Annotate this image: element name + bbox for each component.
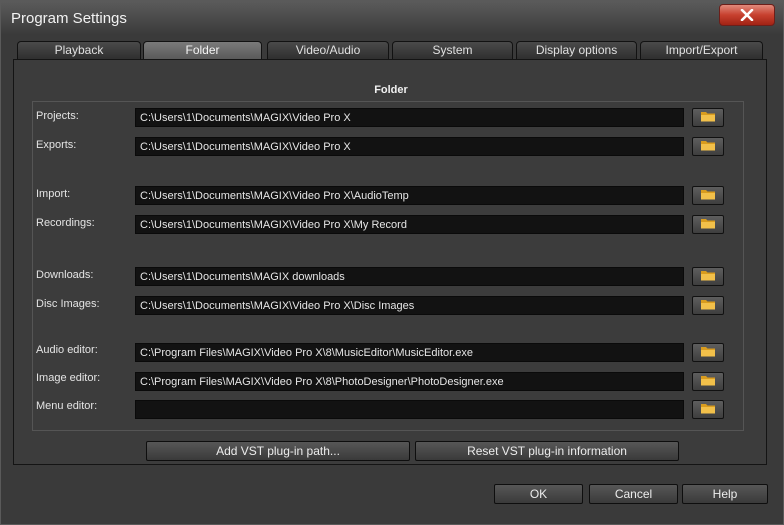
exports-label: Exports:	[36, 139, 77, 151]
reset-vst-info-button[interactable]: Reset VST plug-in information	[415, 441, 679, 461]
image-editor-browse-button[interactable]	[692, 372, 724, 391]
downloads-path-field[interactable]: C:\Users\1\Documents\MAGIX downloads	[135, 267, 684, 286]
help-button[interactable]: Help	[682, 484, 768, 504]
audio-editor-path-field[interactable]: C:\Program Files\MAGIX\Video Pro X\8\Mus…	[135, 343, 684, 362]
dialog-client: Playback Folder Video/Audio System Displ…	[9, 35, 775, 515]
tab-import-export[interactable]: Import/Export	[640, 41, 763, 59]
window-title: Program Settings	[11, 10, 127, 27]
tab-playback[interactable]: Playback	[17, 41, 141, 59]
folder-icon	[700, 298, 716, 313]
folder-icon	[700, 139, 716, 154]
ok-button[interactable]: OK	[494, 484, 583, 504]
recordings-label: Recordings:	[36, 217, 95, 229]
import-browse-button[interactable]	[692, 186, 724, 205]
folder-icon	[700, 188, 716, 203]
recordings-path-field[interactable]: C:\Users\1\Documents\MAGIX\Video Pro X\M…	[135, 215, 684, 234]
tab-folder[interactable]: Folder	[143, 41, 262, 59]
title-bar[interactable]: Program Settings	[1, 1, 783, 35]
audio-editor-label: Audio editor:	[36, 344, 98, 356]
close-icon	[740, 9, 754, 21]
projects-label: Projects:	[36, 110, 79, 122]
downloads-browse-button[interactable]	[692, 267, 724, 286]
program-settings-dialog: Program Settings Playback Folder Video/A…	[0, 0, 784, 525]
import-label: Import:	[36, 188, 71, 200]
section-title: Folder	[374, 84, 408, 96]
disc-images-browse-button[interactable]	[692, 296, 724, 315]
folder-icon	[700, 374, 716, 389]
tab-video-audio[interactable]: Video/Audio	[267, 41, 389, 59]
close-button[interactable]	[719, 4, 775, 26]
downloads-label: Downloads:	[36, 269, 94, 281]
folder-icon	[700, 269, 716, 284]
import-path-field[interactable]: C:\Users\1\Documents\MAGIX\Video Pro X\A…	[135, 186, 684, 205]
folder-icon	[700, 217, 716, 232]
folder-icon	[700, 345, 716, 360]
exports-path-field[interactable]: C:\Users\1\Documents\MAGIX\Video Pro X	[135, 137, 684, 156]
image-editor-path-field[interactable]: C:\Program Files\MAGIX\Video Pro X\8\Pho…	[135, 372, 684, 391]
tab-bar: Playback Folder Video/Audio System Displ…	[17, 41, 767, 59]
disc-images-label: Disc Images:	[36, 298, 100, 310]
tab-system[interactable]: System	[392, 41, 513, 59]
folder-icon	[700, 110, 716, 125]
folder-icon	[700, 402, 716, 417]
menu-editor-label: Menu editor:	[36, 400, 98, 412]
recordings-browse-button[interactable]	[692, 215, 724, 234]
projects-browse-button[interactable]	[692, 108, 724, 127]
image-editor-label: Image editor:	[36, 372, 101, 384]
exports-browse-button[interactable]	[692, 137, 724, 156]
menu-editor-path-field[interactable]	[135, 400, 684, 419]
folder-panel: Folder Projects: C:\Users\1\Documents\MA…	[13, 59, 767, 465]
tab-display-options[interactable]: Display options	[516, 41, 637, 59]
disc-images-path-field[interactable]: C:\Users\1\Documents\MAGIX\Video Pro X\D…	[135, 296, 684, 315]
projects-path-field[interactable]: C:\Users\1\Documents\MAGIX\Video Pro X	[135, 108, 684, 127]
menu-editor-browse-button[interactable]	[692, 400, 724, 419]
cancel-button[interactable]: Cancel	[589, 484, 678, 504]
add-vst-path-button[interactable]: Add VST plug-in path...	[146, 441, 410, 461]
audio-editor-browse-button[interactable]	[692, 343, 724, 362]
